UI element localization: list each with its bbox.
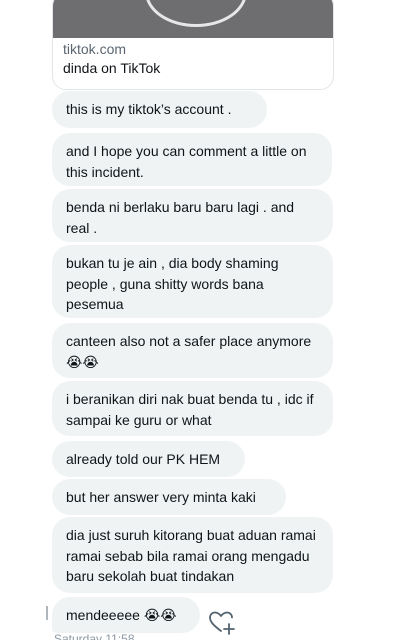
selection-marker [46,606,48,620]
message-bubble[interactable]: mendeeeee 😭😭 [52,597,200,633]
link-preview-domain: tiktok.com [63,41,127,57]
add-reaction-button[interactable] [207,607,237,637]
link-preview-thumbnail [53,0,333,38]
message-bubble[interactable]: benda ni berlaku baru baru lagi . and re… [52,189,333,242]
message-bubble[interactable]: canteen also not a safer place anymore 😭… [52,323,333,378]
link-preview-title: dinda on TikTok [63,60,161,76]
message-bubble[interactable]: and I hope you can comment a little on t… [52,133,332,186]
message-bubble[interactable]: already told our PK HEM [52,441,245,477]
message-bubble[interactable]: but her answer very minta kaki [52,479,286,515]
message-bubble[interactable]: dia just suruh kitorang buat aduan ramai… [52,517,333,593]
message-bubble[interactable]: i beranikan diri nak buat benda tu , idc… [52,381,333,436]
thumbnail-circle-graphic [145,0,247,27]
heart-plus-icon [209,611,235,635]
message-timestamp: Saturday 11:58 [54,632,135,640]
message-bubble[interactable]: this is my tiktok’s account . [52,91,267,128]
message-bubble[interactable]: bukan tu je ain , dia body shaming peopl… [52,245,333,318]
dm-conversation: tiktok.com dinda on TikTok this is my ti… [0,0,402,640]
link-preview-card[interactable]: tiktok.com dinda on TikTok [52,0,334,90]
